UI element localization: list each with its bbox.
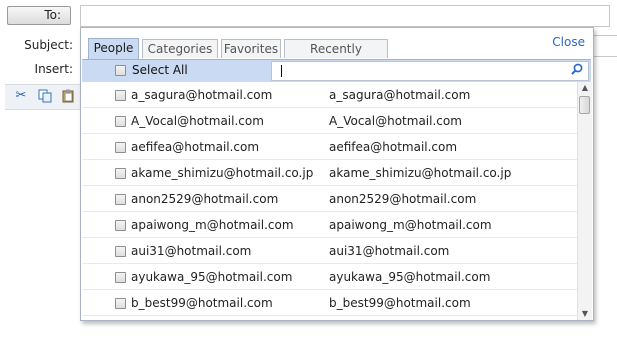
vertical-scrollbar[interactable]: ▲ ▼	[577, 82, 592, 320]
scroll-up-arrow-icon[interactable]: ▲	[578, 82, 592, 94]
contact-name: b_best99@hotmail.com	[329, 296, 471, 310]
select-all-label[interactable]: Select All	[132, 63, 188, 77]
contact-row[interactable]: b_best99@hotmail.com b_best99@hotmail.co…	[82, 290, 577, 316]
subject-field[interactable]	[590, 35, 617, 57]
contact-list: a_sagura@hotmail.com a_sagura@hotmail.co…	[82, 82, 577, 320]
contact-row[interactable]: a_sagura@hotmail.com a_sagura@hotmail.co…	[82, 82, 577, 108]
contact-name: akame_shimizu@hotmail.co.jp	[329, 166, 512, 180]
scroll-down-arrow-icon[interactable]: ▼	[578, 308, 592, 320]
contact-row[interactable]: A_Vocal@hotmail.com A_Vocal@hotmail.com	[82, 108, 577, 134]
contact-checkbox[interactable]	[115, 298, 126, 309]
contact-email: anon2529@hotmail.com	[131, 192, 279, 206]
select-all-bar: Select All	[82, 59, 591, 82]
contact-checkbox[interactable]	[115, 168, 126, 179]
paste-icon[interactable]	[61, 89, 75, 103]
contact-name: ayukawa_95@hotmail.com	[329, 270, 491, 284]
contact-row[interactable]: aui31@hotmail.com aui31@hotmail.com	[82, 238, 577, 264]
to-button[interactable]: To:	[7, 6, 71, 25]
scrollbar-thumb[interactable]	[579, 96, 590, 114]
contact-checkbox[interactable]	[115, 142, 126, 153]
contact-checkbox[interactable]	[115, 272, 126, 283]
tab-favorites[interactable]: Favorites	[221, 39, 281, 58]
contact-email: aui31@hotmail.com	[131, 244, 252, 258]
contact-email: b_best99@hotmail.com	[131, 296, 273, 310]
insert-label: Insert:	[34, 62, 73, 76]
to-field[interactable]	[80, 5, 610, 27]
tab-categories[interactable]: Categories	[142, 39, 218, 58]
contact-checkbox[interactable]	[115, 194, 126, 205]
select-all-checkbox[interactable]	[115, 65, 126, 76]
contact-name: aefifea@hotmail.com	[329, 140, 458, 154]
tab-people[interactable]: People	[88, 38, 139, 59]
contact-row[interactable]: akame_shimizu@hotmail.co.jp akame_shimiz…	[82, 160, 577, 186]
contact-name: aui31@hotmail.com	[329, 244, 450, 258]
contact-name: a_sagura@hotmail.com	[329, 88, 471, 102]
contact-name: anon2529@hotmail.com	[329, 192, 477, 206]
contact-row[interactable]: apaiwong_m@hotmail.com apaiwong_m@hotmai…	[82, 212, 577, 238]
contact-email: A_Vocal@hotmail.com	[131, 114, 264, 128]
contact-name: A_Vocal@hotmail.com	[329, 114, 462, 128]
contact-row[interactable]: anon2529@hotmail.com anon2529@hotmail.co…	[82, 186, 577, 212]
contact-email: aefifea@hotmail.com	[131, 140, 260, 154]
contact-checkbox[interactable]	[115, 116, 126, 127]
copy-icon[interactable]	[38, 89, 52, 103]
close-link[interactable]: Close	[552, 35, 585, 49]
search-icon[interactable]	[571, 63, 583, 79]
contact-row[interactable]: ayukawa_95@hotmail.com ayukawa_95@hotmai…	[82, 264, 577, 290]
contact-checkbox[interactable]	[115, 246, 126, 257]
contact-email: ayukawa_95@hotmail.com	[131, 270, 293, 284]
contact-name: apaiwong_m@hotmail.com	[329, 218, 492, 232]
subject-label: Subject:	[24, 38, 73, 52]
contact-checkbox[interactable]	[115, 90, 126, 101]
contact-email: akame_shimizu@hotmail.co.jp	[131, 166, 314, 180]
contact-row[interactable]: aefifea@hotmail.com aefifea@hotmail.com	[82, 134, 577, 160]
search-input[interactable]	[271, 61, 589, 81]
tab-recently-emailed[interactable]: Recently emailed	[284, 39, 388, 74]
text-caret	[281, 65, 282, 77]
contact-picker-popup: People Categories Favorites Recently ema…	[80, 27, 594, 321]
contact-checkbox[interactable]	[115, 220, 126, 231]
contact-email: apaiwong_m@hotmail.com	[131, 218, 294, 232]
scissors-icon[interactable]: ✂	[14, 89, 28, 103]
contact-email: a_sagura@hotmail.com	[131, 88, 273, 102]
